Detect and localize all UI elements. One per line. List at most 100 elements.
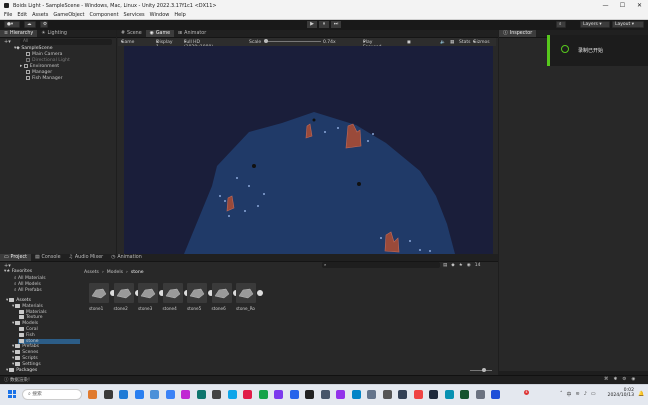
settings-icon[interactable]: ⚙ <box>622 377 626 382</box>
filter-icon[interactable]: ▤ <box>443 263 447 268</box>
stats-button[interactable]: Stats <box>459 40 471 45</box>
hierarchy-add-button[interactable]: +▾ <box>4 39 11 45</box>
steam-icon[interactable] <box>258 390 268 399</box>
network-icon[interactable]: ⌘ <box>604 377 609 382</box>
tab-animation[interactable]: ◷ Animation <box>107 254 146 261</box>
breadcrumb-item[interactable]: Assets <box>84 270 99 275</box>
project-tree-item[interactable]: ▾ Settings <box>12 361 41 367</box>
app-icon[interactable] <box>320 390 330 399</box>
asset-tile[interactable]: stone4 <box>162 283 183 313</box>
menu-component[interactable]: Component <box>90 12 119 18</box>
hierarchy-search-input[interactable]: All <box>20 39 112 45</box>
taskbar-search-input[interactable]: ⌕ 搜索 <box>22 389 82 400</box>
eye-icon[interactable]: ◉ <box>467 263 471 268</box>
chevron-icon[interactable]: ▾ <box>6 368 8 373</box>
minimize-button[interactable]: — <box>597 0 614 11</box>
app-icon[interactable] <box>413 390 423 399</box>
file-explorer-icon[interactable] <box>134 390 144 399</box>
app-icon[interactable] <box>227 390 237 399</box>
edge-browser-icon[interactable] <box>119 390 128 399</box>
app-icon[interactable] <box>289 390 299 399</box>
app-icon[interactable] <box>212 390 221 399</box>
chevron-icon[interactable]: ▾ <box>12 321 14 326</box>
menu-gameobject[interactable]: GameObject <box>53 12 84 18</box>
layout-dropdown[interactable]: Layout ▾ <box>612 21 644 28</box>
game-mode-dropdown[interactable]: Game ▾ <box>121 40 134 45</box>
resolution-dropdown[interactable]: Full HD (1920x1080) ▾ <box>184 40 213 50</box>
scale-slider-track[interactable] <box>265 41 321 42</box>
tab-project[interactable]: ▭ Project <box>0 254 31 261</box>
project-tree-item[interactable]: ▾ Scripts <box>12 356 38 361</box>
app-icon[interactable] <box>475 390 485 399</box>
gizmos-dropdown[interactable]: Gizmos ▾ <box>473 40 490 45</box>
audio-icon[interactable]: 🔈 <box>440 40 446 45</box>
app-icon[interactable] <box>196 390 206 399</box>
project-tree-item[interactable]: stone <box>18 338 80 344</box>
menu-window[interactable]: Window <box>150 12 170 18</box>
speaker-icon[interactable]: ♪ <box>584 391 587 398</box>
fish-app-icon[interactable] <box>88 390 97 399</box>
scale-slider-handle[interactable] <box>264 39 268 43</box>
hierarchy-item-main-camera[interactable]: Main Camera <box>26 52 62 57</box>
project-tree-item[interactable]: ▾ Packages <box>6 367 37 373</box>
hierarchy-item-environment[interactable]: ▸ Environment <box>20 64 59 69</box>
asset-tile[interactable]: stone6 <box>211 283 232 313</box>
layers-dropdown[interactable]: Layers ▾ <box>580 21 610 28</box>
project-tree-item[interactable]: Fish <box>18 332 35 338</box>
step-button[interactable]: ⏭ <box>331 21 341 28</box>
breadcrumb-item[interactable]: Models <box>107 270 123 275</box>
project-tree-item[interactable]: Materials <box>18 309 47 315</box>
tab-game[interactable]: ◉ Game <box>145 30 175 37</box>
play-focused-dropdown[interactable]: Play Focused ▾ <box>363 40 381 50</box>
asset-tile[interactable]: stone5 <box>187 283 207 313</box>
settings-button[interactable]: ⚙ <box>40 21 48 28</box>
windows-start-icon[interactable] <box>8 390 16 398</box>
bug-icon[interactable]: ✱ <box>614 377 618 382</box>
chevron-icon[interactable]: ▾ <box>6 298 8 303</box>
chevron-icon[interactable]: ▾ <box>12 304 14 309</box>
menu-edit[interactable]: Edit <box>17 12 27 18</box>
pause-button[interactable]: ⏸ <box>319 21 329 28</box>
chevron-icon[interactable]: ▾ <box>12 356 14 361</box>
battery-icon[interactable]: ▭ <box>591 391 596 398</box>
notification-center-icon[interactable]: 🔔 <box>638 391 644 397</box>
cloud-button[interactable]: ☁ <box>24 21 36 28</box>
account-button[interactable]: ●▾ <box>4 21 20 28</box>
app-icon[interactable] <box>367 390 376 399</box>
app-icon[interactable] <box>351 390 361 399</box>
asset-tile[interactable]: stone2 <box>113 283 134 313</box>
maximize-button[interactable]: ☐ <box>614 0 631 11</box>
favorite-item[interactable]: ⌕ All Prefabs <box>14 287 42 293</box>
tab-audio-mixer[interactable]: ♫ Audio Mixer <box>65 254 108 261</box>
app-icon[interactable] <box>444 390 454 399</box>
scene-root[interactable]: ▾◆ SampleScene <box>14 46 53 51</box>
project-search-input[interactable]: ⌕ <box>322 262 440 268</box>
hierarchy-item-manager[interactable]: Manager <box>26 70 52 75</box>
search-toolbar-button[interactable]: ⌕ <box>556 21 566 28</box>
app-icon[interactable] <box>460 390 469 399</box>
app-icon[interactable] <box>398 390 407 399</box>
grid-icon[interactable]: ▦ <box>450 40 454 45</box>
tab-scene[interactable]: # Scene <box>117 30 146 37</box>
app-icon[interactable] <box>274 390 283 399</box>
project-tree-item[interactable]: ▾ Models <box>12 321 38 326</box>
hierarchy-item-directional-light[interactable]: Directional Light <box>26 58 70 63</box>
menu-help[interactable]: Help <box>174 12 185 18</box>
tab-animator[interactable]: ⊞ Animator <box>174 30 210 37</box>
notification-icon[interactable]: ◉ <box>631 377 635 382</box>
tab-lighting[interactable]: ☀ Lighting <box>37 30 71 37</box>
project-tree-item[interactable]: ▾ Materials <box>12 303 43 309</box>
asset-expand-icon[interactable] <box>257 290 263 296</box>
tab-console[interactable]: ▤ Console <box>31 254 65 261</box>
mute-icon[interactable]: ◼ <box>407 40 411 45</box>
project-tree-item[interactable]: ▾ Prefabs <box>12 344 39 349</box>
chevron-icon[interactable]: ▾ <box>12 350 14 355</box>
menu-assets[interactable]: Assets <box>32 12 48 18</box>
star-icon[interactable]: ★ <box>459 263 463 268</box>
asset-tile[interactable]: stone3 <box>138 283 158 313</box>
chevron-icon[interactable]: ▾ <box>12 344 14 349</box>
zoom-slider-handle[interactable] <box>482 368 486 372</box>
favorites-header[interactable]: ▾★ Favorites <box>4 269 32 274</box>
app-icon[interactable] <box>382 390 392 399</box>
app-icon[interactable] <box>305 390 314 399</box>
